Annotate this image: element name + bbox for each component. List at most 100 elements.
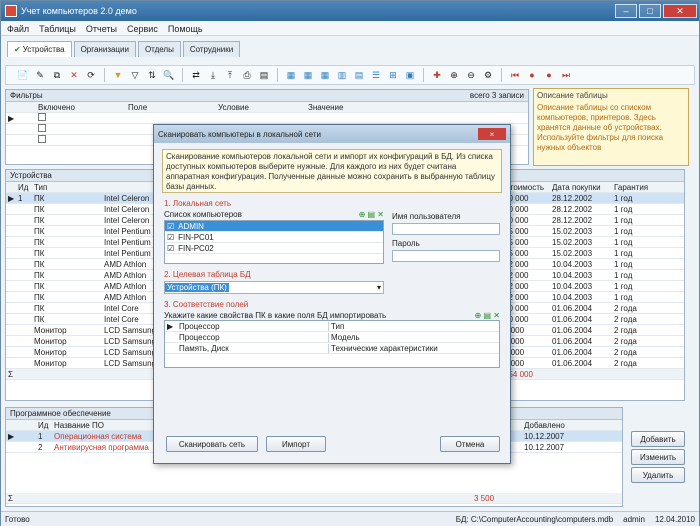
menu-file[interactable]: Файл — [7, 24, 29, 34]
delete-icon[interactable]: ✕ — [67, 68, 81, 82]
export-icon[interactable]: ⤒ — [223, 68, 237, 82]
menu-reports[interactable]: Отчеты — [86, 24, 117, 34]
app-icon — [5, 5, 17, 17]
list-icon[interactable]: ☰ — [369, 68, 383, 82]
print-icon[interactable]: ⎙ — [240, 68, 254, 82]
last-record-icon[interactable]: ⏭ — [559, 68, 573, 82]
menu-help[interactable]: Помощь — [168, 24, 203, 34]
status-db: БД: C:\ComputerAccounting\computers.mdb — [455, 514, 614, 524]
filter-icon[interactable]: ▼ — [111, 68, 125, 82]
tab-departments[interactable]: Отделы — [137, 41, 181, 57]
table-cell: 10.04.2003 — [552, 281, 593, 291]
expand-icon[interactable]: ⊕ — [447, 68, 461, 82]
user-field[interactable] — [392, 223, 500, 235]
table-icon[interactable]: ▦ — [301, 68, 315, 82]
import-button[interactable]: Импорт — [266, 436, 326, 452]
cancel-button[interactable]: Отмена — [440, 436, 500, 452]
tab-organizations[interactable]: Организации — [73, 41, 136, 57]
report-icon[interactable]: ▤ — [257, 68, 271, 82]
menu-tables[interactable]: Таблицы — [39, 24, 76, 34]
first-record-icon[interactable]: ⏮ — [508, 68, 522, 82]
target-table-value: Устройства (ПК) — [165, 283, 229, 292]
table-cell: Монитор — [34, 325, 67, 335]
password-field[interactable] — [392, 250, 500, 262]
maximize-button[interactable]: □ — [639, 4, 661, 18]
menu-service[interactable]: Сервис — [127, 24, 158, 34]
collapse-icon[interactable]: ⊖ — [464, 68, 478, 82]
edit-icon[interactable]: ✎ — [33, 68, 47, 82]
software-total: 3 500 — [474, 493, 495, 503]
mapping-label: Укажите какие свойства ПК в какие поля Б… — [164, 311, 387, 320]
table-cell: 1 год — [614, 270, 633, 280]
table-hint-text: Описание таблицы со списком компьютеров,… — [537, 103, 664, 152]
delete-software-button[interactable]: Удалить — [631, 467, 685, 483]
table-cell: 15.02.2003 — [552, 237, 593, 247]
mapping-tools-icon[interactable]: ⊕ ▤ ✕ — [475, 311, 500, 320]
refresh-icon[interactable]: ⟳ — [84, 68, 98, 82]
filters-count: всего 3 записи — [469, 91, 524, 100]
tab-devices[interactable]: ✔ Устройства — [7, 41, 72, 57]
computer-item[interactable]: ☑ FIN-PC02 — [165, 243, 383, 254]
table-cell: 01.06.2004 — [552, 336, 593, 346]
computer-list-label: Список компьютеров — [164, 210, 242, 219]
add-software-button[interactable]: Добавить — [631, 431, 685, 447]
filter-clear-icon[interactable]: ▽ — [128, 68, 142, 82]
columns-icon[interactable]: ▥ — [335, 68, 349, 82]
rows-icon[interactable]: ▤ — [352, 68, 366, 82]
table-cell: 2 года — [614, 336, 637, 346]
main-window: Учет компьютеров 2.0 демо – □ ✕ Файл Таб… — [0, 0, 700, 526]
sort-icon[interactable]: ⇅ — [145, 68, 159, 82]
mapping-row[interactable]: ▶ Процессор Тип — [165, 321, 499, 332]
table-cell: 28.12.2002 — [552, 204, 593, 214]
password-label: Пароль — [392, 239, 420, 248]
table-cell: 28.12.2002 — [552, 193, 593, 203]
table-cell: 1 год — [614, 215, 633, 225]
table-cell: 10.04.2003 — [552, 259, 593, 269]
card-icon[interactable]: ▣ — [403, 68, 417, 82]
grid-icon[interactable]: ▦ — [318, 68, 332, 82]
section-field-mapping: 3. Соответствие полей — [164, 300, 249, 309]
tree-icon[interactable]: ⊞ — [386, 68, 400, 82]
row-marker: ▶ — [8, 193, 15, 203]
status-text: Готово — [5, 514, 30, 524]
mapping-grid[interactable]: ▶ Процессор Тип Процессор Модель Память, Ди… — [164, 320, 500, 368]
edit-software-button[interactable]: Изменить — [631, 449, 685, 465]
scan-network-icon[interactable]: ⇄ — [189, 68, 203, 82]
dialog-title: Сканировать компьютеры в локальной сети — [158, 129, 321, 139]
settings-icon[interactable]: ⚙ — [481, 68, 495, 82]
prev-record-icon[interactable]: ● — [525, 68, 539, 82]
copy-icon[interactable]: ⧉ — [50, 68, 64, 82]
find-icon[interactable]: 🔍 — [162, 68, 176, 82]
tab-employees[interactable]: Сотрудники — [182, 41, 241, 57]
filter-row[interactable]: ▶ — [6, 113, 528, 124]
section-target-table: 2. Целевая таблица БД — [164, 270, 251, 279]
chart-icon[interactable]: ▦ — [284, 68, 298, 82]
table-cell: ПК — [34, 248, 45, 258]
table-cell: 1 год — [614, 281, 633, 291]
mapping-row[interactable]: Память, Диск Технические характеристики — [165, 343, 499, 354]
close-button[interactable]: ✕ — [663, 4, 697, 18]
scan-network-dialog: Сканировать компьютеры в локальной сети … — [153, 124, 511, 464]
new-icon[interactable]: 📄 — [16, 68, 30, 82]
target-table-select[interactable]: Устройства (ПК) ▾ — [164, 281, 384, 294]
table-cell: 1 год — [614, 259, 633, 269]
table-cell: ПК — [34, 270, 45, 280]
table-cell: ПК — [34, 193, 45, 203]
computer-item[interactable]: ☑ ADMIN — [165, 221, 383, 232]
computer-list[interactable]: ☑ ADMIN ☑ FIN-PC01 ☑ FIN-PC02 — [164, 220, 384, 264]
chevron-down-icon[interactable]: ▾ — [377, 283, 381, 292]
list-tools-icon[interactable]: ⊕ ▤ ✕ — [359, 210, 384, 219]
table-cell: 15.02.2003 — [552, 248, 593, 258]
table-cell: ПК — [34, 204, 45, 214]
computer-item[interactable]: ☑ FIN-PC01 — [165, 232, 383, 243]
minimize-button[interactable]: – — [615, 4, 637, 18]
import-icon[interactable]: ⤓ — [206, 68, 220, 82]
table-cell: 01.06.2004 — [552, 358, 593, 368]
next-record-icon[interactable]: ● — [542, 68, 556, 82]
col-type: Тип — [34, 182, 48, 192]
scan-network-button[interactable]: Сканировать сеть — [166, 436, 258, 452]
bookmark-icon[interactable]: ✚ — [430, 68, 444, 82]
mapping-row[interactable]: Процессор Модель — [165, 332, 499, 343]
window-title: Учет компьютеров 2.0 демо — [21, 6, 137, 16]
dialog-close-button[interactable]: × — [478, 128, 506, 140]
